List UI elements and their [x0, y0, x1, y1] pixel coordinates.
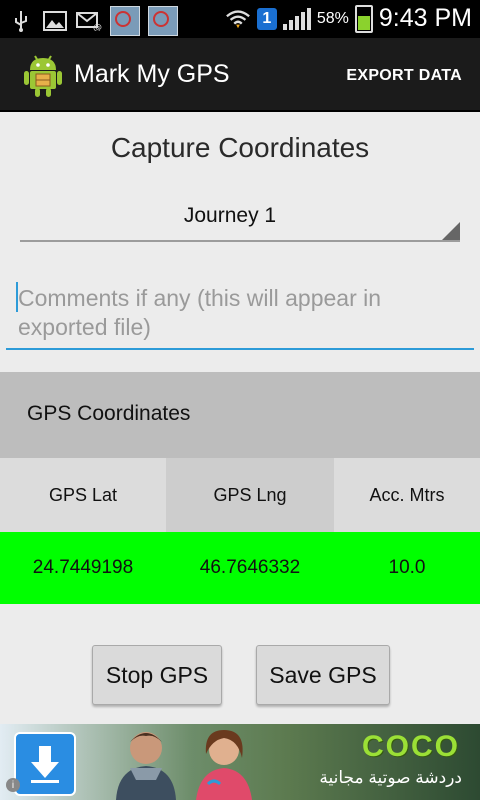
status-bar: @ 1 58% 9:43 PM [0, 0, 480, 38]
comments-placeholder: Comments if any (this will appear in exp… [18, 285, 382, 340]
gps-table-header-row: GPS Lat GPS Lng Acc. Mtrs [0, 458, 480, 532]
notification-icons: @ [8, 6, 178, 36]
system-icons: 1 58% 9:43 PM [225, 4, 472, 33]
gps-accuracy-value: 10.0 [388, 557, 426, 578]
email-icon: @ [76, 9, 102, 33]
ad-people-image [96, 724, 286, 800]
column-header-accuracy: Acc. Mtrs [334, 458, 480, 532]
page-title: Capture Coordinates [110, 132, 370, 163]
action-bar: Mark My GPS EXPORT DATA [0, 38, 480, 112]
main-content: Capture Coordinates Journey 1 Comments i… [0, 112, 480, 724]
gps-coordinates-header: GPS Coordinates [0, 372, 480, 458]
comments-field[interactable]: Comments if any (this will appear in exp… [6, 276, 474, 350]
gps-values-row: 24.7449198 46.7646332 10.0 [0, 532, 480, 604]
export-data-button[interactable]: EXPORT DATA [346, 67, 462, 85]
download-icon [14, 732, 76, 796]
battery-percent: 58% [316, 9, 349, 27]
ad-brand: COCO [362, 730, 460, 763]
ad-tagline: دردشة صوتية مجانية [319, 768, 462, 787]
android-app-icon[interactable] [20, 50, 66, 98]
dropdown-arrow-icon [442, 222, 460, 240]
ad-info-icon[interactable]: i [6, 778, 20, 792]
gps-coordinates-label: GPS Coordinates [27, 402, 191, 425]
save-gps-button[interactable]: Save GPS [256, 645, 390, 705]
wifi-icon [225, 7, 251, 31]
gallery-icon [42, 9, 68, 33]
ad-banner[interactable]: COCO دردشة صوتية مجانية i [0, 724, 480, 800]
svg-text:@: @ [93, 23, 102, 31]
screenshot-thumbnail-icon [148, 6, 178, 36]
signal-icon [282, 7, 311, 30]
gps-lat-value: 24.7449198 [32, 557, 134, 578]
app-title: Mark My GPS [74, 60, 230, 88]
notification-count-badge: 1 [256, 7, 277, 30]
usb-icon [8, 9, 34, 33]
journey-selected-value: Journey 1 [183, 204, 277, 227]
clock: 9:43 PM [378, 4, 472, 32]
battery-charging-icon [354, 4, 373, 33]
column-header-lng: GPS Lng [166, 458, 334, 532]
gps-lng-value: 46.7646332 [199, 557, 301, 578]
journey-spinner[interactable]: Journey 1 [20, 196, 460, 242]
stop-gps-button[interactable]: Stop GPS [92, 645, 222, 705]
screenshot-thumbnail-icon [110, 6, 140, 36]
column-header-lat: GPS Lat [0, 458, 166, 532]
